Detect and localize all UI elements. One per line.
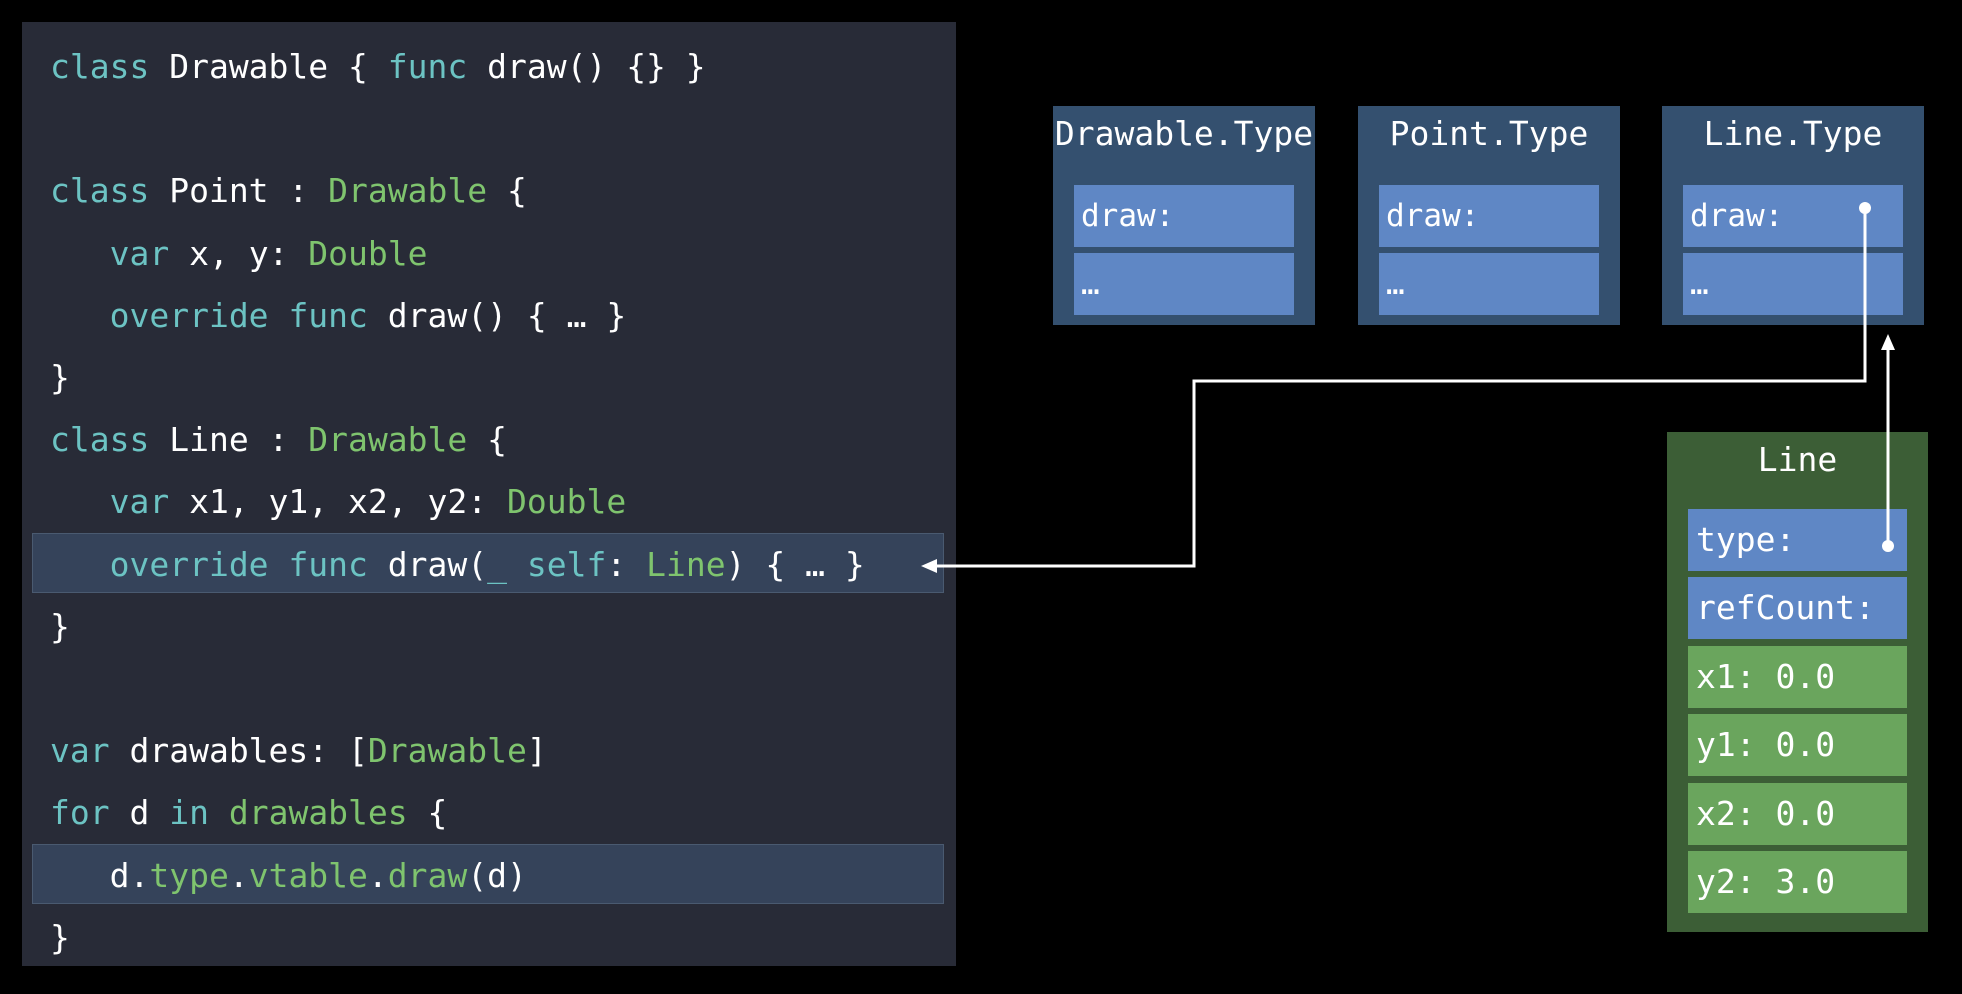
code-token: func xyxy=(288,544,368,584)
code-token: draw xyxy=(387,855,468,895)
code-token: _ xyxy=(487,544,508,584)
code-token: (d) xyxy=(467,855,527,895)
code-token: . xyxy=(228,855,249,895)
vtable-slot-draw: draw: xyxy=(1379,185,1599,247)
vtable-slot-draw: draw: xyxy=(1683,185,1903,247)
code-line: d.type.vtable.draw(d) xyxy=(50,845,527,907)
vtable-slot-more: … xyxy=(1683,253,1903,315)
code-token: in xyxy=(169,793,209,833)
code-token: d xyxy=(109,793,170,833)
code-token: } xyxy=(50,917,70,957)
code-line: for d in drawables { xyxy=(50,782,447,844)
field-y2: y2: 3.0 xyxy=(1688,851,1907,913)
code-token: ] xyxy=(526,731,547,771)
code-token: ) { … } xyxy=(725,544,865,584)
instance-box-line: Line type: refCount: x1: 0.0 y1: 0.0 x2:… xyxy=(1667,432,1928,932)
code-token: var xyxy=(109,482,170,522)
field-refcount: refCount: xyxy=(1688,577,1907,639)
code-line: class Drawable { func draw() {} } xyxy=(50,36,706,98)
code-token: drawables: [ xyxy=(109,731,368,771)
code-token: draw() {} } xyxy=(467,47,706,86)
code-token: x1, y1, x2, y2: xyxy=(169,482,507,522)
arrowhead-up xyxy=(1881,334,1895,350)
code-token: d. xyxy=(50,855,150,895)
code-token: Point : xyxy=(149,171,329,211)
field-x2: x2: 0.0 xyxy=(1688,783,1907,845)
code-token: Line xyxy=(646,544,726,584)
code-token: { xyxy=(407,793,448,833)
code-token: draw() { … } xyxy=(367,295,627,335)
code-token: func xyxy=(387,47,468,86)
vtable-slot-draw: draw: xyxy=(1074,185,1294,247)
code-token: type xyxy=(149,855,229,895)
code-token: } xyxy=(50,606,70,646)
code-token: draw( xyxy=(367,544,488,584)
code-line: var x, y: Double xyxy=(50,223,428,285)
code-token: Drawable { xyxy=(149,47,388,86)
code-token: var xyxy=(50,731,110,771)
code-token: Drawable xyxy=(328,171,488,211)
code-token: vtable xyxy=(248,855,368,895)
field-x1: x1: 0.0 xyxy=(1688,646,1907,708)
code-token: x, y: xyxy=(169,233,309,273)
code-line: var x1, y1, x2, y2: Double xyxy=(50,471,627,533)
code-token: Double xyxy=(308,233,428,273)
type-box-line: Line.Type draw: … xyxy=(1662,106,1924,325)
code-token: class xyxy=(50,171,150,211)
code-token: Drawable xyxy=(367,731,527,771)
code-line: override func draw(_ self: Line) { … } xyxy=(50,534,865,596)
type-box-title: Point.Type xyxy=(1389,114,1589,153)
code-token: Drawable xyxy=(308,420,468,460)
code-token: } xyxy=(50,358,70,397)
code-token: class xyxy=(50,47,150,86)
code-line: class Line : Drawable { xyxy=(50,409,507,471)
code-token: : xyxy=(606,544,647,584)
code-token: override xyxy=(109,544,269,584)
instance-title: Line xyxy=(1757,440,1838,479)
type-box-point: Point.Type draw: … xyxy=(1358,106,1620,325)
code-token: override xyxy=(109,295,269,335)
code-line: } xyxy=(50,907,70,969)
code-token: Double xyxy=(506,482,627,522)
code-token: func xyxy=(288,295,368,335)
type-box-title: Drawable.Type xyxy=(1054,114,1314,153)
code-token: for xyxy=(50,793,110,833)
code-token: class xyxy=(50,420,150,460)
code-token: Line : xyxy=(149,420,309,460)
vtable-slot-more: … xyxy=(1074,253,1294,315)
code-line: } xyxy=(50,596,70,658)
field-type: type: xyxy=(1688,509,1907,571)
code-line: class Point : Drawable { xyxy=(50,160,527,222)
code-token: self xyxy=(526,544,607,584)
code-line: var drawables: [Drawable] xyxy=(50,720,547,782)
code-token: { xyxy=(467,420,507,460)
vtable-slot-more: … xyxy=(1379,253,1599,315)
code-line: override func draw() { … } xyxy=(50,285,627,347)
code-token: drawables xyxy=(228,793,408,833)
code-line: } xyxy=(50,347,70,409)
code-token: { xyxy=(487,171,527,211)
field-y1: y1: 0.0 xyxy=(1688,714,1907,776)
code-token: . xyxy=(367,855,388,895)
type-box-drawable: Drawable.Type draw: … xyxy=(1053,106,1315,325)
code-token: var xyxy=(109,233,170,273)
type-box-title: Line.Type xyxy=(1703,114,1883,153)
